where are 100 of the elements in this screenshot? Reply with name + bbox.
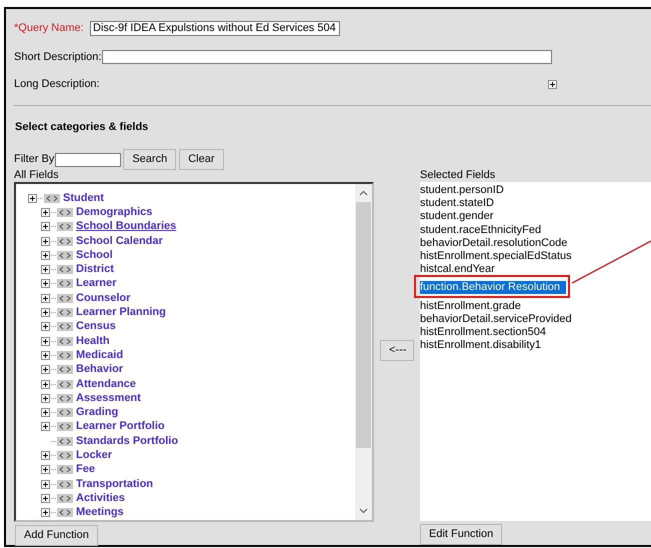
tree-item[interactable]: Learner Portfolio [76,421,165,432]
tree-item[interactable]: District [76,264,114,276]
list-item[interactable]: function.Behavior Resolution [420,281,566,294]
expand-icon[interactable] [41,480,50,489]
expand-icon[interactable] [41,236,50,246]
filter-field[interactable] [55,152,122,166]
expand-icon[interactable] [548,80,557,89]
tag-icon [57,394,73,403]
move-left-button[interactable]: <--- [380,340,414,361]
tree-item[interactable]: Medicaid [76,350,124,361]
tree-item[interactable]: Health [76,336,110,347]
tag-icon [57,279,73,288]
field-label: Filter By [14,152,54,168]
expand-icon[interactable] [41,308,50,318]
tag-icon [57,465,73,474]
list-item[interactable]: student.raceEthnicityFed [420,224,542,236]
list-item[interactable]: student.stateID [420,197,494,210]
query-name-field[interactable]: Disc-9f IDEA Expulstions without Ed Services 504 [90,20,340,36]
tag-icon [57,450,73,460]
tree-item[interactable]: School [76,250,113,261]
tree-item[interactable]: Meetings [76,507,124,518]
tree-item[interactable]: Fee [76,464,95,476]
expand-icon[interactable] [41,465,50,474]
tree-item[interactable]: Learner [76,278,116,290]
tree-item[interactable]: Behavior [76,364,124,376]
all-fields-tree[interactable] [14,182,374,522]
expand-icon[interactable] [41,336,50,346]
tree-item[interactable]: Counselor [76,292,130,304]
tree-item[interactable]: Learner Planning [76,307,166,318]
field-label: Short Description: [14,50,102,64]
tag-icon [57,208,73,217]
add-function-button[interactable]: Add Function [15,525,98,546]
expand-icon[interactable] [41,394,50,403]
tag-icon [57,250,73,260]
scroll-up-icon[interactable] [359,190,368,196]
tag-icon [57,508,73,518]
tree-item[interactable]: Locker [76,450,112,461]
tree-item[interactable]: Grading [76,407,118,418]
list-item[interactable]: student.gender [420,210,494,223]
tag-icon [57,294,73,303]
expand-icon[interactable] [41,222,50,232]
expand-icon[interactable] [41,279,50,288]
clear-button[interactable]: Clear [179,149,224,170]
expand-icon[interactable] [41,294,50,303]
tree-item[interactable]: Assessment [76,392,141,404]
tag-icon [57,336,73,346]
scroll-thumb[interactable] [356,202,371,448]
tree-item[interactable]: Activities [76,492,125,504]
list-item[interactable]: histEnrollment.grade [420,300,521,312]
tree-item[interactable]: Transportation [76,478,154,490]
panel-label: All Fields [14,170,60,181]
list-item[interactable]: student.personID [420,184,504,196]
field-label: Long Description: [14,77,101,92]
short-description-field[interactable] [102,50,552,64]
panel-label: Selected Fields [420,170,496,181]
expand-icon[interactable] [41,380,50,388]
tag-icon [57,380,73,388]
expand-icon[interactable] [41,408,50,418]
scrollbar[interactable] [355,184,372,520]
expand-icon[interactable] [41,250,50,260]
field-label: *Query Name: [14,21,85,36]
search-button[interactable]: Search [123,149,176,170]
list-item[interactable]: histEnrollment.section504 [420,326,546,338]
tag-icon [57,408,73,418]
list-item[interactable]: behaviorDetail.serviceProvided [420,312,572,326]
tag-icon [57,436,73,446]
expand-icon[interactable] [41,322,50,332]
tag-icon [44,194,60,203]
tree-item[interactable]: Census [76,321,116,332]
tree-item[interactable]: Demographics [76,206,152,218]
tree-item[interactable]: Student [63,192,104,204]
list-item[interactable]: behaviorDetail.resolutionCode [420,236,568,250]
tag-icon [57,480,73,489]
expand-icon[interactable] [41,422,50,432]
expand-icon[interactable] [41,208,50,217]
edit-function-button[interactable]: Edit Function [420,524,502,545]
list-item[interactable]: histEnrollment.disability1 [420,339,542,352]
tag-icon [57,308,73,318]
tree-item[interactable]: Standards Portfolio [76,436,178,447]
tree-item[interactable]: Attendance [76,378,136,390]
section-title: Select categories & fields [15,120,150,134]
list-item[interactable]: histcal.endYear [420,263,495,276]
expand-icon[interactable] [41,494,50,503]
tag-icon [57,422,73,432]
list-item[interactable]: histEnrollment.specialEdStatus [420,250,572,262]
tree-item[interactable]: School Calendar [76,236,163,247]
tag-icon [57,236,73,246]
expand-icon[interactable] [41,265,50,274]
tag-icon [57,494,73,503]
expand-icon[interactable] [41,365,50,374]
tag-icon [57,365,73,374]
tag-icon [57,222,73,232]
expand-icon[interactable] [41,508,50,518]
tree-item[interactable]: School Boundaries [76,221,176,232]
expand-icon[interactable] [28,194,37,203]
tag-icon [57,350,73,360]
tag-icon [57,322,73,332]
expand-icon[interactable] [41,350,50,360]
expand-icon[interactable] [41,450,50,460]
scroll-down-icon[interactable] [359,508,368,514]
